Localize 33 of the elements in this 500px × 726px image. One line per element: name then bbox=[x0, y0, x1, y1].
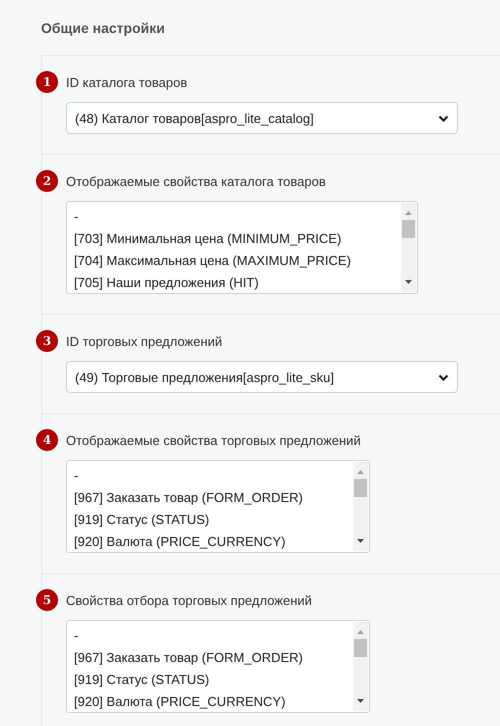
multi-select-list[interactable]: - [967] Заказать товар (FORM_ORDER) [919] Статус (STATUS) [920] Валюта (PRICE_CURRENCY) bbox=[66, 620, 370, 713]
multi-select-list[interactable]: - [703] Минимальная цена (MINIMUM_PRICE) [704] Максимальная цена (MAXIMUM_PRICE) [705] Наши предложения (HIT) bbox=[66, 201, 418, 294]
chevron-down-icon bbox=[438, 114, 449, 122]
list-option[interactable]: [919] Статус (STATUS) bbox=[74, 509, 303, 531]
number-badge: 1 bbox=[36, 71, 58, 93]
field-label: Свойства отбора торговых предложений bbox=[66, 592, 312, 608]
list-option[interactable]: [920] Валюта (PRICE_CURRENCY) bbox=[74, 531, 303, 553]
list-option[interactable]: [967] Заказать товар (FORM_ORDER) bbox=[74, 647, 303, 669]
field-label: Отображаемые свойства торговых предложений bbox=[66, 432, 361, 448]
list-option[interactable]: [704] Максимальная цена (MAXIMUM_PRICE) bbox=[74, 250, 351, 272]
list-option[interactable]: - bbox=[74, 625, 303, 647]
scrollbar[interactable] bbox=[352, 462, 368, 551]
list-option[interactable]: [703] Минимальная цена (MINIMUM_PRICE) bbox=[74, 228, 351, 250]
section-heading: Общие настройки bbox=[41, 19, 166, 37]
list-option[interactable]: [919] Статус (STATUS) bbox=[74, 669, 303, 691]
field-label: Отображаемые свойства каталога товаров bbox=[66, 174, 326, 188]
dropdown[interactable]: (49) Торговые предложения[aspro_lite_sku] bbox=[66, 361, 458, 393]
number-badge: 3 bbox=[36, 330, 58, 352]
list-option[interactable]: [705] Наши предложения (HIT) bbox=[74, 272, 351, 294]
number-badge: 4 bbox=[36, 429, 58, 451]
scrollbar[interactable] bbox=[400, 203, 416, 292]
number-badge: 2 bbox=[36, 170, 58, 192]
multi-select-list[interactable]: - [967] Заказать товар (FORM_ORDER) [919] Статус (STATUS) [920] Валюта (PRICE_CURRENCY) bbox=[66, 460, 370, 553]
list-option[interactable]: [920] Валюта (PRICE_CURRENCY) bbox=[74, 691, 303, 713]
field-label: ID каталога товаров bbox=[66, 74, 188, 90]
list-option[interactable]: [967] Заказать товар (FORM_ORDER) bbox=[74, 487, 303, 509]
scrollbar[interactable] bbox=[352, 622, 368, 711]
chevron-down-icon bbox=[438, 374, 449, 380]
list-option[interactable]: - bbox=[74, 465, 303, 487]
number-badge: 5 bbox=[36, 589, 58, 611]
list-option[interactable]: - bbox=[74, 206, 351, 228]
dropdown[interactable]: (48) Каталог товаров[aspro_lite_catalog] bbox=[66, 102, 458, 134]
field-label: ID торговых предложений bbox=[66, 334, 222, 348]
